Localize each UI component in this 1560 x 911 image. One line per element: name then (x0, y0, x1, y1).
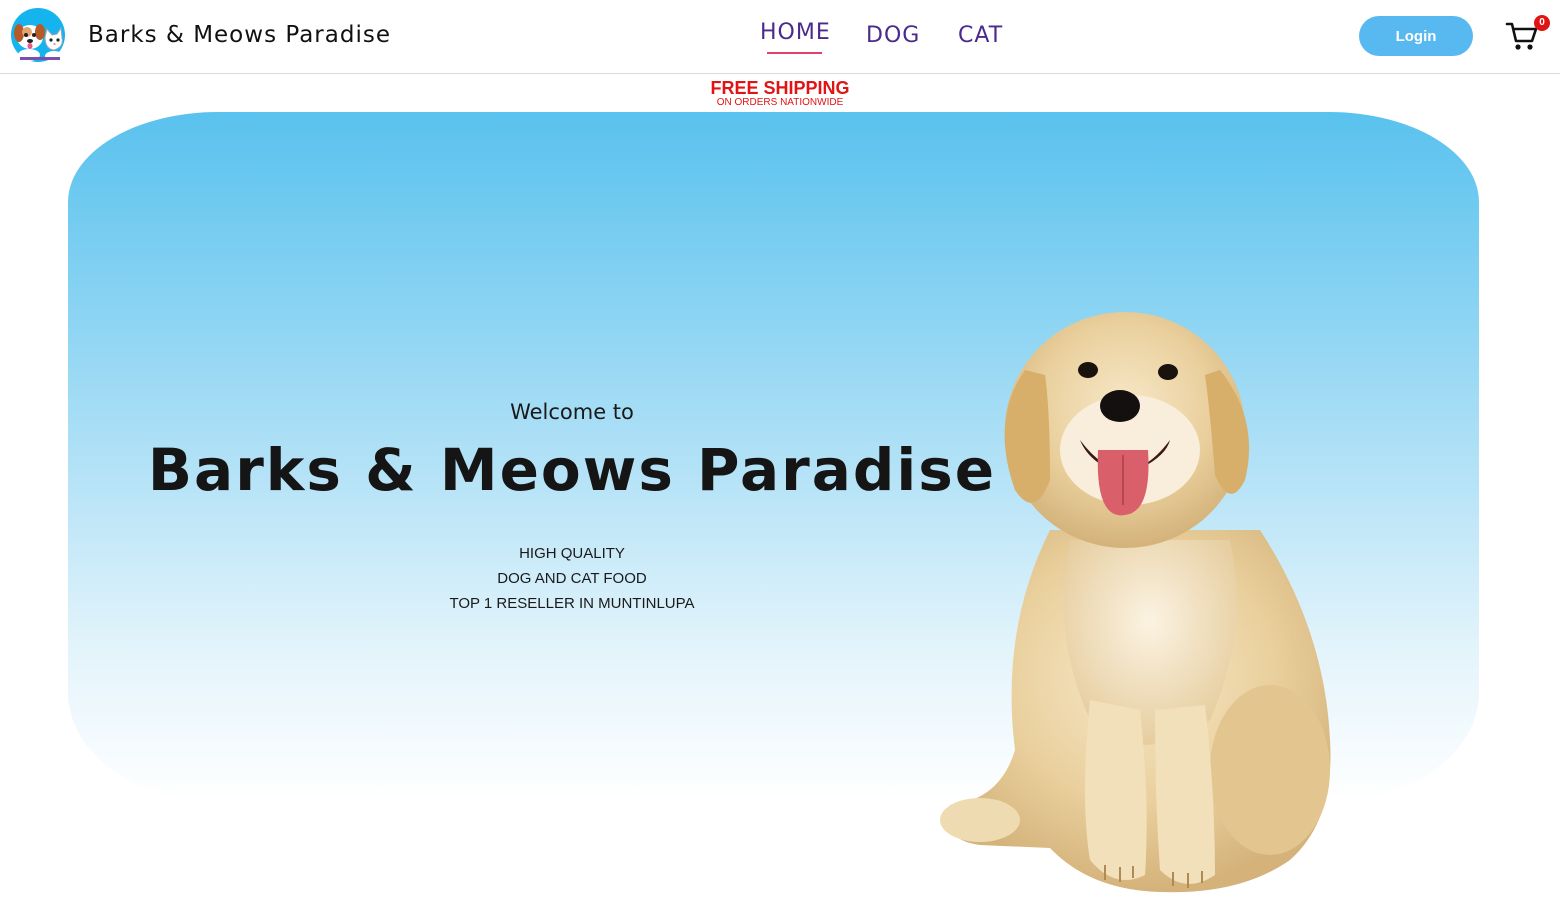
nav-cat[interactable]: CAT (958, 23, 1003, 48)
nav-dog[interactable]: DOG (866, 23, 920, 48)
golden-retriever-puppy (940, 312, 1331, 893)
tagline-line: TOP 1 RESELLER IN MUNTINLUPA (449, 595, 695, 612)
nav-home[interactable]: HOME (760, 20, 831, 45)
login-button[interactable]: Login (1359, 16, 1473, 56)
hero-title: Barks & Meows Paradise (147, 436, 997, 504)
hero-tagline: HIGH QUALITY DOG AND CAT FOOD TOP 1 RESE… (68, 541, 1076, 616)
cart-count-badge: 0 (1534, 15, 1550, 31)
tagline-line: HIGH QUALITY (519, 545, 625, 562)
shipping-headline: FREE SHIPPING (710, 78, 850, 98)
top-navbar: Barks & Meows Paradise HOME DOG CAT Logi… (0, 0, 1560, 74)
main-nav: HOME DOG CAT (0, 20, 1560, 60)
free-shipping-banner: FREE SHIPPING ON ORDERS NATIONWIDE (0, 79, 1560, 108)
nav-active-underline (767, 52, 822, 54)
hero-welcome: Welcome to (510, 400, 634, 424)
shipping-subtext: ON ORDERS NATIONWIDE (716, 97, 844, 108)
cart-button[interactable]: 0 (1505, 15, 1551, 55)
tagline-line: DOG AND CAT FOOD (497, 570, 647, 587)
